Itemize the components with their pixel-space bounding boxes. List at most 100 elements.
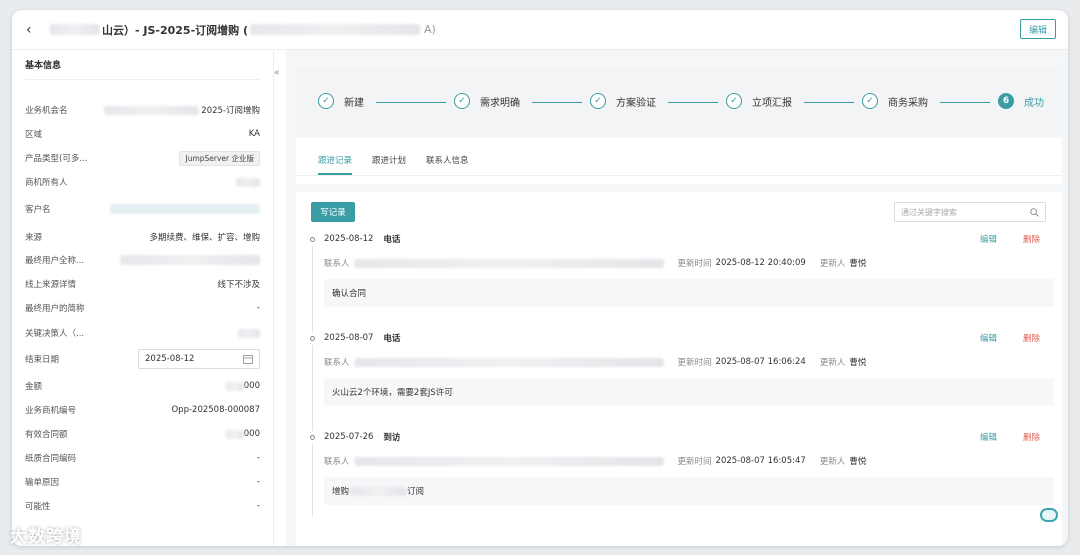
tab-contacts[interactable]: 联系人信息 — [426, 154, 469, 175]
redacted-contact — [353, 258, 664, 268]
tab-bar: 跟进记录 跟进计划 联系人信息 — [296, 138, 1062, 176]
stage-step[interactable]: ✓ 方案验证 — [590, 93, 656, 109]
records-card: 写记录 通过关键字搜索 2025-08-12 电话 编辑 删除 联系人 更新时间… — [296, 184, 1062, 546]
field-label: 输单原因 — [25, 478, 60, 488]
chat-help-icon[interactable] — [1040, 508, 1058, 522]
stage-step[interactable]: ✓ 商务采购 — [862, 93, 928, 109]
stage-step-current[interactable]: 6 成功 — [998, 93, 1044, 109]
search-input[interactable]: 通过关键字搜索 — [894, 202, 1046, 222]
field-label: 产品类型(可多... — [25, 154, 88, 164]
tab-follow-plan[interactable]: 跟进计划 — [372, 154, 406, 175]
write-record-button[interactable]: 写记录 — [311, 202, 355, 222]
page-title: 山云）- JS-2025-订阅增购 ( A) — [50, 22, 436, 38]
delete-record-link[interactable]: 删除 — [1023, 233, 1040, 245]
stage-connector — [532, 102, 582, 103]
field-value — [236, 177, 260, 187]
delete-record-link[interactable]: 删除 — [1023, 431, 1040, 443]
stage-connector — [940, 102, 990, 103]
edit-record-link[interactable]: 编辑 — [980, 431, 997, 443]
field-row: 纸质合同编码 - — [25, 451, 260, 465]
field-row: 业务商机编号 Opp-202508-000087 — [25, 403, 260, 417]
field-row: 业务机会名 2025-订阅增购 — [25, 103, 260, 117]
redacted-value — [225, 429, 244, 439]
check-icon: ✓ — [318, 93, 334, 109]
field-label: 关键决策人（... — [25, 329, 85, 339]
stage-step[interactable]: ✓ 需求明确 — [454, 93, 520, 109]
redacted-contact — [353, 456, 664, 466]
contact-label: 联系人 — [324, 358, 350, 368]
record-meta: 联系人 更新时间 2025-08-07 16:06:24 更新人 曹悦 — [324, 356, 1054, 368]
field-value: - — [256, 477, 260, 487]
edit-button[interactable]: 编辑 — [1020, 19, 1056, 39]
title-prefix: 山云）- JS-2025-订阅增购 ( — [102, 23, 249, 37]
field-value-text: 2025-订阅增购 — [201, 106, 260, 116]
calendar-icon — [243, 355, 253, 364]
tab-follow-records[interactable]: 跟进记录 — [318, 154, 353, 175]
field-row: 区域 KA — [25, 127, 260, 141]
record-actions: 编辑 删除 — [980, 332, 1040, 344]
stage-label: 商务采购 — [888, 97, 928, 109]
watermark: 大数跨境 — [10, 527, 82, 547]
record-type: 电话 — [383, 334, 401, 344]
field-row: 最终用户全称... — [25, 253, 260, 267]
field-value — [110, 204, 260, 214]
end-date-picker[interactable]: 2025-08-12 — [138, 349, 260, 369]
contact-label: 联系人 — [324, 259, 350, 269]
delete-record-link[interactable]: 删除 — [1023, 332, 1040, 344]
timeline-dot — [310, 335, 315, 341]
check-icon: ✓ — [726, 93, 742, 109]
records-panel: 跟进记录 跟进计划 联系人信息 写记录 通过关键字搜索 2025-08-12 电… — [296, 138, 1062, 546]
field-value: - — [256, 501, 260, 511]
contact-label: 联系人 — [324, 457, 350, 467]
field-row: 客户名 — [25, 202, 260, 216]
field-value — [120, 255, 260, 265]
updated-label: 更新时间 — [677, 358, 712, 368]
double-chevron-left-icon[interactable]: « — [274, 68, 284, 78]
stage-step[interactable]: ✓ 新建 — [318, 93, 364, 109]
search-icon[interactable] — [1030, 207, 1039, 217]
check-icon: ✓ — [454, 93, 470, 109]
field-value: 000 — [225, 429, 260, 439]
field-value: 000 — [225, 381, 260, 391]
app-window: ‹ 山云）- JS-2025-订阅增购 ( A) 编辑 基本信息 业务机会名 2… — [12, 10, 1068, 546]
field-value: KA — [248, 129, 260, 139]
info-sidebar: 基本信息 业务机会名 2025-订阅增购 区域 KA 产品类型(可多... Ju… — [12, 50, 274, 546]
record-header: 2025-08-12 电话 — [310, 232, 1056, 246]
redacted-value — [225, 381, 244, 391]
field-label: 客户名 — [25, 205, 51, 215]
field-label: 最终用户全称... — [25, 256, 85, 266]
stage-label: 立项汇报 — [752, 97, 792, 109]
record-meta: 联系人 更新时间 2025-08-07 16:05:47 更新人 曹悦 — [324, 455, 1054, 467]
edit-record-link[interactable]: 编辑 — [980, 332, 997, 344]
record-date: 2025-08-07 — [324, 333, 374, 343]
redacted-value — [104, 105, 200, 115]
record-date: 2025-08-12 — [324, 234, 374, 244]
updater-label: 更新人 — [819, 358, 846, 368]
record-header: 2025-07-26 到访 — [310, 430, 1056, 444]
record-content: 火山云2个环境，需要2套JS许可 — [324, 378, 1054, 406]
timeline-line — [312, 444, 313, 516]
stage-label: 成功 — [1024, 97, 1044, 109]
redacted-contact — [353, 357, 664, 367]
field-row: 关键决策人（... — [25, 326, 260, 340]
timeline-record: 2025-08-12 电话 编辑 删除 联系人 更新时间 2025-08-12 … — [310, 232, 1056, 332]
record-content: 增购 订阅 — [324, 477, 1054, 505]
chevron-left-icon[interactable]: ‹ — [26, 22, 38, 38]
stage-label: 新建 — [344, 97, 364, 109]
updater-label: 更新人 — [819, 457, 846, 467]
field-label: 线上来源详情 — [25, 280, 77, 290]
check-icon: ✓ — [862, 93, 878, 109]
section-heading: 基本信息 — [25, 50, 260, 80]
timeline-dot — [310, 434, 315, 440]
field-label: 金额 — [25, 382, 43, 392]
redacted-title-part — [50, 24, 100, 35]
record-date: 2025-07-26 — [324, 432, 374, 442]
field-row: 金额 000 — [25, 379, 260, 393]
redacted-value — [110, 204, 260, 214]
main-content: ✓ 新建 ✓ 需求明确 ✓ 方案验证 ✓ 立项汇报 ✓ 商务采购 6 成功 跟进记录 跟进计… — [286, 50, 1068, 546]
field-row: 有效合同额 000 — [25, 427, 260, 441]
updater-name: 曹悦 — [849, 457, 867, 467]
record-actions: 编辑 删除 — [980, 431, 1040, 443]
stage-step[interactable]: ✓ 立项汇报 — [726, 93, 792, 109]
edit-record-link[interactable]: 编辑 — [980, 233, 997, 245]
